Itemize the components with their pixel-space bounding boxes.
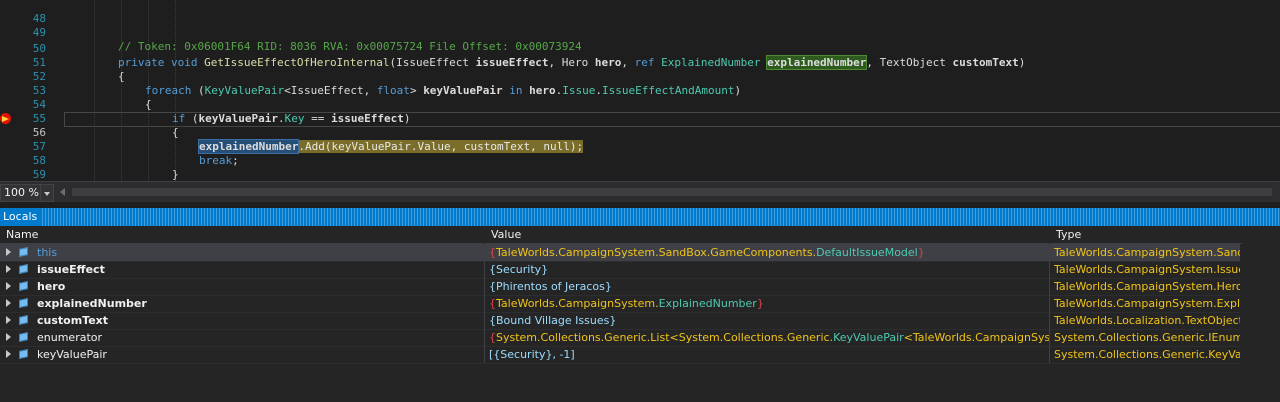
variable-type: TaleWorlds.CampaignSystem.Hero xyxy=(1054,280,1240,293)
local-variable-icon xyxy=(19,264,28,274)
value-segment: { xyxy=(489,246,496,259)
variable-type-cell: TaleWorlds.CampaignSystem.Issue... xyxy=(1050,261,1240,278)
expand-arrow-icon[interactable] xyxy=(6,316,11,324)
locals-row[interactable]: this {TaleWorlds.CampaignSystem.SandBox.G… xyxy=(0,244,1240,262)
editor-status-bar: 100 % xyxy=(0,181,1280,202)
variable-type: System.Collections.Generic.KeyVal... xyxy=(1054,348,1240,361)
variable-value-cell[interactable]: {System.Collections.Generic.List<System.… xyxy=(485,329,1050,346)
variable-type: TaleWorlds.CampaignSystem.Expl... xyxy=(1054,297,1240,310)
variable-name: enumerator xyxy=(37,331,103,344)
variable-type: TaleWorlds.CampaignSystem.Issue... xyxy=(1054,263,1240,276)
value-segment: DefaultIssueModel xyxy=(816,246,918,259)
variable-name-cell: explainedNumber xyxy=(0,295,485,312)
local-variable-icon xyxy=(19,247,28,257)
vertical-scrollbar[interactable] xyxy=(1242,226,1280,402)
value-segment: {Security} xyxy=(489,263,549,276)
variable-type: TaleWorlds.CampaignSystem.Sand... xyxy=(1054,246,1240,259)
locals-row[interactable]: hero {Phirentos of Jeracos} TaleWorlds.Cam… xyxy=(0,278,1240,296)
expand-arrow-icon[interactable] xyxy=(6,282,11,290)
locals-title-bar[interactable]: Locals xyxy=(0,208,1280,226)
execution-pointer-icon xyxy=(2,116,9,122)
expand-arrow-icon[interactable] xyxy=(6,265,11,273)
variable-type-cell: TaleWorlds.CampaignSystem.Hero xyxy=(1050,278,1240,295)
code-line: 53 { xyxy=(0,70,1280,111)
variable-type: TaleWorlds.Localization.TextObject xyxy=(1054,314,1240,327)
code-line: 52 foreach (KeyValuePair<IssueEffect, fl… xyxy=(0,56,1280,97)
horizontal-scrollbar[interactable] xyxy=(72,188,1272,196)
variable-name: customText xyxy=(37,314,109,327)
variable-name: issueEffect xyxy=(37,263,105,276)
code-line: 55 { xyxy=(0,98,1280,139)
expand-arrow-icon[interactable] xyxy=(6,299,11,307)
locals-row[interactable]: customText {Bound Village Issues} TaleWorl… xyxy=(0,312,1240,330)
variable-type-cell: System.Collections.Generic.KeyVal... xyxy=(1050,346,1240,363)
local-variable-icon xyxy=(19,298,28,308)
variable-value-cell[interactable]: [{Security}, -1] xyxy=(485,346,1050,363)
value-segment: [{Security}, -1] xyxy=(489,348,575,361)
value-segment: System.Collections.Generic.List<System.C… xyxy=(496,331,834,344)
locals-row[interactable]: keyValuePair [{Security}, -1] System.Colle… xyxy=(0,346,1240,364)
variable-name: hero xyxy=(37,280,66,293)
variable-name-cell: this xyxy=(0,244,485,261)
variable-type-cell: TaleWorlds.CampaignSystem.Expl... xyxy=(1050,295,1240,312)
variable-value-cell[interactable]: {TaleWorlds.CampaignSystem.SandBox.GameC… xyxy=(485,244,1050,261)
variable-value-cell[interactable]: {Security} xyxy=(485,261,1050,278)
zoom-value: 100 % xyxy=(4,186,39,199)
panel-title: Locals xyxy=(0,208,42,226)
variable-name: keyValuePair xyxy=(37,348,107,361)
local-variable-icon xyxy=(19,281,28,291)
variable-value-cell[interactable]: {Phirentos of Jeracos} xyxy=(485,278,1050,295)
code-line: 60 } xyxy=(0,166,1280,181)
chevron-down-icon[interactable] xyxy=(40,185,53,201)
variable-type-cell: TaleWorlds.Localization.TextObject xyxy=(1050,312,1240,329)
code-line: 48 xyxy=(0,0,1280,25)
value-segment: TaleWorlds.CampaignSystem. xyxy=(496,297,659,310)
current-statement-line: 56 explainedNumber.Add(keyValuePair.Valu… xyxy=(0,112,1280,154)
variable-type-cell: TaleWorlds.CampaignSystem.Sand... xyxy=(1050,244,1240,261)
value-segment: } xyxy=(917,246,925,259)
locals-row[interactable]: explainedNumber {TaleWorlds.CampaignSyste… xyxy=(0,295,1240,313)
variable-name: explainedNumber xyxy=(37,297,147,310)
code-line: 54 if (keyValuePair.Key == issueEffect) xyxy=(0,84,1280,125)
scroll-left-icon[interactable] xyxy=(58,186,68,198)
code-editor[interactable]: 48 49 // Token: 0x06001F64 RID: 8036 RVA… xyxy=(0,0,1280,181)
variable-name-cell: keyValuePair xyxy=(0,346,485,363)
variable-name: this xyxy=(37,246,58,259)
variable-value-cell[interactable]: {Bound Village Issues} xyxy=(485,312,1050,329)
code-line: 50 private void GetIssueEffectOfHeroInte… xyxy=(0,28,1280,70)
variable-name-cell: enumerator xyxy=(0,329,485,346)
value-segment: KeyValuePair xyxy=(833,331,904,344)
variable-name-cell: hero xyxy=(0,278,485,295)
expand-arrow-icon[interactable] xyxy=(6,248,11,256)
local-variable-icon xyxy=(19,315,28,325)
value-segment: {Phirentos of Jeracos} xyxy=(489,280,612,293)
value-segment: ExplainedNumber xyxy=(658,297,757,310)
value-segment: { xyxy=(489,331,496,344)
locals-row[interactable]: enumerator {System.Collections.Generic.Li… xyxy=(0,329,1240,347)
value-segment: {Bound Village Issues} xyxy=(489,314,617,327)
variable-type: System.Collections.Generic.IEnum... xyxy=(1054,331,1240,344)
expand-arrow-icon[interactable] xyxy=(6,333,11,341)
code-line: 51 { xyxy=(0,42,1280,83)
column-header-name[interactable]: Name xyxy=(0,226,484,244)
zoom-dropdown[interactable]: 100 % xyxy=(0,184,54,202)
value-segment: { xyxy=(489,297,496,310)
code-line: 49 // Token: 0x06001F64 RID: 8036 RVA: 0… xyxy=(0,12,1280,53)
variable-name-cell: issueEffect xyxy=(0,261,485,278)
column-header-value[interactable]: Value xyxy=(485,226,1049,244)
value-segment: } xyxy=(756,297,764,310)
variable-value-cell[interactable]: {TaleWorlds.CampaignSystem.ExplainedNumb… xyxy=(485,295,1050,312)
locals-row[interactable]: issueEffect {Security} TaleWorlds.Campaign… xyxy=(0,261,1240,279)
variable-type-cell: System.Collections.Generic.IEnum... xyxy=(1050,329,1240,346)
code-line: 57 break; xyxy=(0,126,1280,167)
code-line: 58 } xyxy=(0,140,1280,181)
value-segment: <TaleWorlds.CampaignSystem.Issu... xyxy=(903,331,1050,344)
local-variable-icon xyxy=(19,332,28,342)
expand-arrow-icon[interactable] xyxy=(6,350,11,358)
locals-grid[interactable]: Name Value Type this {TaleWorlds.Campaign… xyxy=(0,226,1280,402)
value-segment: TaleWorlds.CampaignSystem.SandBox.GameCo… xyxy=(496,246,817,259)
variable-name-cell: customText xyxy=(0,312,485,329)
local-variable-icon xyxy=(19,349,28,359)
